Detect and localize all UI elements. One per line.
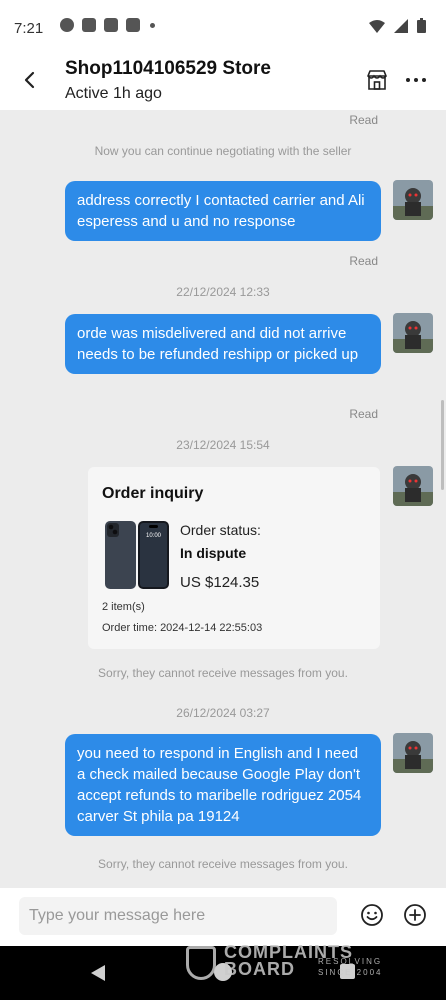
back-arrow-icon[interactable] [20,68,40,92]
watermark-line-3: RESOLVING [318,957,383,966]
store-icon[interactable] [365,68,389,92]
message-bubble[interactable]: address correctly I contacted carrier an… [65,181,381,241]
user-avatar[interactable] [393,466,433,506]
avatar-image [393,180,433,220]
more-icon[interactable] [404,68,428,92]
read-receipt: Read [349,254,378,268]
scrollbar[interactable] [441,400,444,490]
status-time: 7:21 [14,20,44,37]
order-time: Order time: 2024-12-14 22:55:03 [102,622,263,634]
active-status: Active 1h ago [65,85,162,102]
user-avatar[interactable] [393,733,433,773]
chat-messages[interactable]: Read Now you can continue negotiating wi… [0,110,446,888]
store-title[interactable]: Shop1104106529 Store [65,58,271,80]
avatar-image [393,733,433,773]
battery-icon [417,18,426,33]
user-avatar[interactable] [393,313,433,353]
date-separator: 22/12/2024 12:33 [176,285,270,299]
nav-back-icon[interactable] [90,964,106,982]
order-inquiry-card[interactable]: Order inquiry 10:00 Order status: In dis… [88,467,380,649]
facebook-icon [126,18,140,32]
card-title: Order inquiry [102,485,204,502]
chat-bubble-icon [60,18,74,32]
order-status-label: Order status: [180,522,261,538]
signal-icon [394,18,408,33]
add-icon[interactable] [403,903,427,927]
message-input[interactable] [19,897,337,935]
facebook-icon [104,18,118,32]
product-thumbnail[interactable]: 10:00 [104,520,170,590]
notification-icons [60,18,155,32]
avatar-image [393,313,433,353]
watermark-line-2: BOARD [224,959,295,979]
message-input-bar [0,888,446,946]
complaints-board-watermark: COMPLAINTS BOARD RESOLVING SINCE 2004 [186,942,406,982]
shield-icon [186,946,216,980]
order-price: US $124.35 [180,574,260,591]
date-separator: 26/12/2024 03:27 [176,706,270,720]
read-receipt: Read [349,113,378,127]
wifi-icon [369,19,385,33]
order-status-value: In dispute [180,545,247,561]
message-bubble[interactable]: you need to respond in English and I nee… [65,734,381,836]
chat-header: Shop1104106529 Store Active 1h ago [0,56,446,110]
user-avatar[interactable] [393,180,433,220]
system-message: Now you can continue negotiating with th… [94,144,352,158]
item-count: 2 item(s) [102,601,145,613]
avatar-image [393,466,433,506]
system-icons [369,18,426,33]
read-receipt: Read [349,407,378,421]
emoji-icon[interactable] [360,903,384,927]
app-icon [82,18,96,32]
date-separator: 23/12/2024 15:54 [176,438,270,452]
status-bar: 7:21 [0,0,446,56]
system-message: Sorry, they cannot receive messages from… [98,666,348,680]
phone-screen-time: 10:00 [146,533,162,539]
more-notifications-dot [150,22,155,28]
watermark-line-4: SINCE 2004 [318,968,383,977]
message-bubble[interactable]: orde was misdelivered and did not arrive… [65,314,381,374]
system-message: Sorry, they cannot receive messages from… [98,857,348,871]
